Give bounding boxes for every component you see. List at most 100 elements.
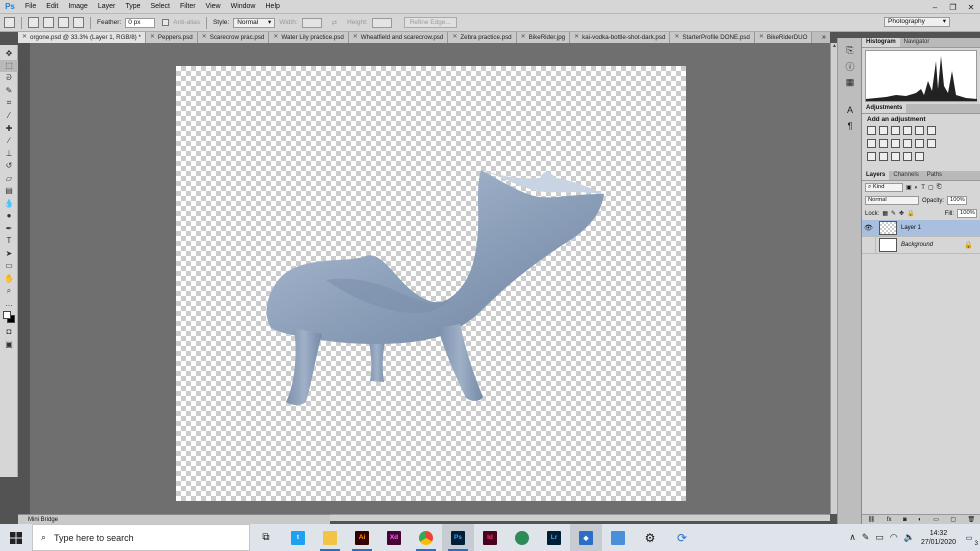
smart-object-filter-icon[interactable]: ⎗ bbox=[937, 184, 942, 191]
tab-document[interactable]: ✕ BikeRider.jpg bbox=[516, 32, 571, 43]
path-select-tool-icon[interactable]: ➤ bbox=[0, 247, 18, 260]
vertical-scrollbar[interactable]: ▲ bbox=[830, 43, 837, 514]
menu-help[interactable]: Help bbox=[261, 3, 285, 10]
visibility-toggle[interactable] bbox=[862, 236, 876, 254]
tab-document[interactable]: ✕ Wheatfield and scarecrow.psd bbox=[348, 32, 449, 43]
clone-stamp-tool-icon[interactable]: ⊥ bbox=[0, 147, 18, 160]
close-icon[interactable]: ✕ bbox=[150, 32, 155, 43]
close-icon[interactable]: ✕ bbox=[353, 32, 358, 43]
hue-saturation-icon[interactable] bbox=[867, 139, 876, 148]
task-view-button[interactable]: ⧉ bbox=[250, 524, 282, 551]
fill-input[interactable]: 100% bbox=[957, 209, 977, 218]
eraser-tool-icon[interactable]: ▱ bbox=[0, 172, 18, 185]
info-panel-icon[interactable]: ⓘ bbox=[838, 58, 862, 74]
threshold-icon[interactable] bbox=[891, 152, 900, 161]
curves-icon[interactable] bbox=[891, 126, 900, 135]
swap-icon[interactable]: ⇄ bbox=[332, 19, 337, 27]
wifi-icon[interactable]: ◠ bbox=[890, 532, 898, 543]
marquee-tool-icon[interactable]: ⬚ bbox=[0, 59, 18, 72]
tab-layers[interactable]: Layers bbox=[862, 171, 890, 180]
tab-document[interactable]: ✕ Water Lily practice.psd bbox=[269, 32, 349, 43]
remote-app[interactable] bbox=[602, 524, 634, 551]
maps-app[interactable] bbox=[506, 524, 538, 551]
color-lookup-icon[interactable] bbox=[927, 139, 936, 148]
opacity-input[interactable]: 100% bbox=[947, 196, 968, 205]
crop-tool-icon[interactable]: ⌗ bbox=[0, 97, 18, 110]
fx-icon[interactable]: fx bbox=[887, 517, 892, 523]
kind-filter-select[interactable]: ⌕ Kind bbox=[865, 183, 903, 192]
menu-file[interactable]: File bbox=[20, 3, 41, 10]
properties-panel-icon[interactable]: ▦ bbox=[838, 74, 862, 90]
history-brush-tool-icon[interactable]: ↺ bbox=[0, 160, 18, 173]
zoom-tool-icon[interactable]: ⌕ bbox=[0, 285, 18, 298]
quick-mask-icon[interactable]: ◘ bbox=[0, 326, 18, 339]
blur-tool-icon[interactable]: 💧 bbox=[0, 197, 18, 210]
tab-document[interactable]: ✕ Peppers.psd bbox=[145, 32, 198, 43]
menu-type[interactable]: Type bbox=[120, 3, 145, 10]
layer-row[interactable]: 👁 Layer 1 bbox=[862, 219, 980, 237]
security-app[interactable]: ◆ bbox=[570, 524, 602, 551]
tab-paths[interactable]: Paths bbox=[923, 171, 946, 180]
lock-transparent-icon[interactable]: ▦ bbox=[882, 210, 888, 217]
tab-adjustments[interactable]: Adjustments bbox=[862, 104, 907, 113]
taskbar-search[interactable]: ⌕ Type here to search bbox=[32, 524, 250, 551]
channel-mixer-icon[interactable] bbox=[915, 139, 924, 148]
close-icon[interactable]: ✕ bbox=[759, 32, 764, 43]
network-icon[interactable]: ▭ bbox=[875, 532, 884, 543]
tab-document[interactable]: ✕ BikeRiderDUO bbox=[754, 32, 813, 43]
screen-mode-icon[interactable]: ▣ bbox=[0, 338, 18, 351]
canvas-area[interactable] bbox=[30, 43, 830, 514]
chrome-app[interactable] bbox=[410, 524, 442, 551]
marquee-preset-icon[interactable] bbox=[4, 17, 15, 28]
eyedropper-tool-icon[interactable]: ⁄ bbox=[0, 110, 18, 123]
close-icon[interactable]: ✕ bbox=[22, 32, 27, 43]
antialias-checkbox[interactable] bbox=[162, 19, 170, 26]
blend-mode-select[interactable]: Normal bbox=[865, 196, 919, 205]
tab-channels[interactable]: Channels bbox=[889, 171, 922, 180]
lightroom-app[interactable]: Lr bbox=[538, 524, 570, 551]
sync-app[interactable]: ⟳ bbox=[666, 524, 698, 551]
feather-input[interactable]: 0 px bbox=[125, 17, 156, 28]
tab-document[interactable]: ✕ kai-vodka-bottle-shot-dark.psd bbox=[570, 32, 671, 43]
document-canvas[interactable] bbox=[176, 66, 686, 501]
mini-bridge-panel[interactable]: Mini Bridge bbox=[18, 514, 330, 524]
folder-icon[interactable]: ▭ bbox=[933, 516, 939, 523]
photo-filter-icon[interactable] bbox=[903, 139, 912, 148]
eye-icon[interactable]: 👁 bbox=[862, 219, 876, 237]
shape-tool-icon[interactable]: ▭ bbox=[0, 260, 18, 273]
adjustment-filter-icon[interactable]: ◐ bbox=[915, 185, 919, 191]
layer-row[interactable]: Background 🔒 bbox=[862, 236, 980, 254]
invert-icon[interactable] bbox=[867, 152, 876, 161]
close-icon[interactable]: ✕ bbox=[962, 0, 980, 14]
color-balance-icon[interactable] bbox=[879, 139, 888, 148]
lasso-tool-icon[interactable]: ᘐ bbox=[0, 72, 18, 85]
character-panel-icon[interactable]: A bbox=[838, 102, 862, 118]
triangle-icon[interactable] bbox=[927, 126, 936, 135]
pen-tool-icon[interactable]: ✒ bbox=[0, 222, 18, 235]
refine-edge-button[interactable]: Refine Edge... bbox=[403, 17, 457, 28]
close-icon[interactable]: ✕ bbox=[202, 32, 207, 43]
healing-tool-icon[interactable]: ✚ bbox=[0, 122, 18, 135]
brush-tool-icon[interactable]: ∕ bbox=[0, 135, 18, 148]
tab-histogram[interactable]: Histogram bbox=[862, 38, 900, 47]
pixel-filter-icon[interactable]: ▣ bbox=[906, 184, 912, 191]
tab-document[interactable]: ✕ Zebra practice.psd bbox=[448, 32, 517, 43]
intersect-selection-icon[interactable] bbox=[73, 17, 84, 28]
style-select[interactable]: Normal ▾ bbox=[233, 17, 276, 28]
indesign-app[interactable]: Id bbox=[474, 524, 506, 551]
gradient-map-icon[interactable] bbox=[915, 152, 924, 161]
paragraph-panel-icon[interactable]: ¶ bbox=[838, 118, 862, 134]
add-selection-icon[interactable] bbox=[43, 17, 54, 28]
new-layer-icon[interactable]: ▢ bbox=[950, 516, 956, 523]
pen-icon[interactable]: ✎ bbox=[862, 532, 870, 543]
xd-app[interactable]: Xd bbox=[378, 524, 410, 551]
history-panel-icon[interactable]: ⎘ bbox=[838, 42, 862, 58]
foreground-color-swatch[interactable] bbox=[3, 310, 11, 319]
settings-app[interactable]: ⚙ bbox=[634, 524, 666, 551]
trash-icon[interactable]: 🗑 bbox=[968, 516, 976, 523]
lock-all-icon[interactable]: 🔒 bbox=[907, 210, 914, 217]
levels-icon[interactable] bbox=[879, 126, 888, 135]
quick-select-tool-icon[interactable]: ✎ bbox=[0, 85, 18, 98]
exposure-icon[interactable] bbox=[903, 126, 912, 135]
chevron-up-icon[interactable]: ∧ bbox=[849, 532, 856, 543]
